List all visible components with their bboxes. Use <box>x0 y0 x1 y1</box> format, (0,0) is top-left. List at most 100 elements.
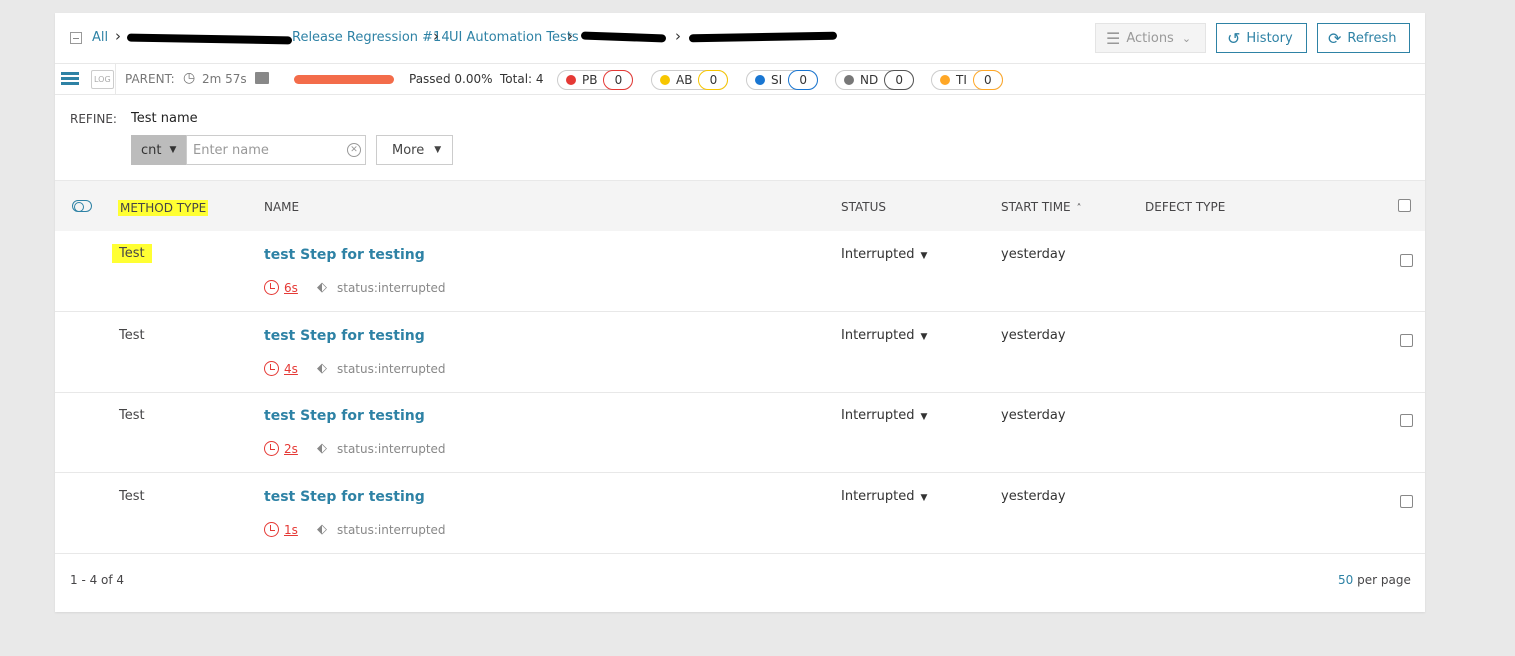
refresh-label: Refresh <box>1347 30 1397 46</box>
duration-link[interactable]: 1s <box>284 523 298 537</box>
table-row: Test test Step for testing Interrupted ▼ … <box>55 312 1425 393</box>
progress-bar <box>294 75 394 84</box>
per-page-label: per page <box>1357 573 1411 587</box>
table-row: Test test Step for testing Interrupted ▼ … <box>55 473 1425 554</box>
toggle-icon[interactable] <box>72 200 92 212</box>
tag-icon: ⬖ <box>317 441 327 456</box>
row-checkbox[interactable] <box>1400 495 1413 508</box>
column-start-time[interactable]: START TIME ˄ <box>1001 200 1081 214</box>
chevron-right-icon: › <box>675 27 681 45</box>
column-name[interactable]: NAME <box>264 200 299 214</box>
defect-code: PB <box>582 73 598 87</box>
condition-select[interactable]: cnt ▼ <box>131 135 186 165</box>
history-button[interactable]: ↺ History <box>1216 23 1307 53</box>
breadcrumb-suite[interactable]: UI Automation Tests <box>449 30 579 45</box>
start-time: yesterday <box>1001 408 1066 423</box>
test-name-link[interactable]: test Step for testing <box>264 247 425 263</box>
column-status[interactable]: STATUS <box>841 200 886 214</box>
status-value: Interrupted <box>841 408 915 423</box>
status-value: Interrupted <box>841 489 915 504</box>
status-dropdown[interactable]: Interrupted ▼ <box>841 328 927 343</box>
caret-down-icon: ▼ <box>920 332 928 342</box>
chevron-down-icon: ⌄ <box>1181 31 1192 45</box>
status-tag[interactable]: status:interrupted <box>337 281 446 295</box>
clock-icon <box>264 280 279 295</box>
refine-label: REFINE: <box>70 112 117 126</box>
test-name-link[interactable]: test Step for testing <box>264 489 425 505</box>
nd-dot-icon <box>844 75 854 85</box>
breadcrumb-all[interactable]: All <box>92 30 108 45</box>
refresh-icon: ⟳ <box>1328 28 1342 48</box>
more-filters-button[interactable]: More ▼ <box>376 135 453 165</box>
tag-icon: ⬖ <box>317 280 327 295</box>
parent-label: PARENT: <box>125 72 175 86</box>
defect-badge-ab[interactable]: AB 0 <box>651 70 729 90</box>
pb-dot-icon <box>566 75 576 85</box>
comment-icon[interactable] <box>255 72 269 84</box>
ab-dot-icon <box>660 75 670 85</box>
status-tag[interactable]: status:interrupted <box>337 362 446 376</box>
defect-count: 0 <box>788 70 819 90</box>
method-type: Test <box>119 328 145 343</box>
clock-icon <box>264 522 279 537</box>
launch-info-bar: LOG PARENT: ◷ 2m 57s Passed 0.00% Total:… <box>55 63 1425 95</box>
redacted-scribble <box>126 33 293 45</box>
duration-link[interactable]: 6s <box>284 281 298 295</box>
test-name-link[interactable]: test Step for testing <box>264 408 425 424</box>
start-time: yesterday <box>1001 328 1066 343</box>
column-defect-type[interactable]: DEFECT TYPE <box>1145 200 1225 214</box>
status-dropdown[interactable]: Interrupted ▼ <box>841 247 927 262</box>
redacted-scribble <box>688 31 838 43</box>
caret-down-icon: ▼ <box>920 412 928 422</box>
row-checkbox[interactable] <box>1400 254 1413 267</box>
clock-icon <box>264 441 279 456</box>
clear-icon[interactable]: ✕ <box>347 143 361 157</box>
defect-code: SI <box>771 73 783 87</box>
column-method-type[interactable]: METHOD TYPE <box>118 200 209 216</box>
status-dropdown[interactable]: Interrupted ▼ <box>841 408 927 423</box>
chevron-right-icon: › <box>433 27 439 45</box>
chevron-up-icon: ˄ <box>1076 203 1082 214</box>
chevron-right-icon: › <box>115 27 121 45</box>
duration-link[interactable]: 4s <box>284 362 298 376</box>
row-checkbox[interactable] <box>1400 334 1413 347</box>
select-all-checkbox[interactable] <box>1398 199 1411 212</box>
method-type: Test <box>119 489 145 504</box>
status-dropdown[interactable]: Interrupted ▼ <box>841 489 927 504</box>
refresh-button[interactable]: ⟳ Refresh <box>1317 23 1410 53</box>
divider <box>115 64 116 94</box>
defect-badge-si[interactable]: SI 0 <box>746 70 819 90</box>
status-tag[interactable]: status:interrupted <box>337 523 446 537</box>
per-page-value[interactable]: 50 <box>1338 573 1353 587</box>
duration: 2m 57s <box>202 72 247 86</box>
defect-count: 0 <box>972 70 1003 90</box>
tag-icon: ⬖ <box>317 361 327 376</box>
name-filter-input[interactable] <box>186 135 366 165</box>
log-view-icon[interactable]: LOG <box>91 70 114 89</box>
ti-dot-icon <box>940 75 950 85</box>
defect-count: 0 <box>698 70 729 90</box>
table-row: Test test Step for testing Interrupted ▼ … <box>55 231 1425 312</box>
list-view-icon[interactable] <box>61 72 79 85</box>
duration-link[interactable]: 2s <box>284 442 298 456</box>
defect-count: 0 <box>603 70 634 90</box>
start-time: yesterday <box>1001 247 1066 262</box>
chevron-right-icon: › <box>567 27 573 45</box>
row-checkbox[interactable] <box>1400 414 1413 427</box>
defect-code: ND <box>860 73 879 87</box>
collapse-icon[interactable] <box>70 32 82 44</box>
per-page-selector[interactable]: 50 per page <box>1338 573 1411 587</box>
actions-button[interactable]: ☰ Actions ⌄ <box>1095 23 1206 53</box>
history-label: History <box>1246 30 1293 46</box>
start-time-label: START TIME <box>1001 200 1071 214</box>
defect-badge-nd[interactable]: ND 0 <box>835 70 915 90</box>
status-value: Interrupted <box>841 328 915 343</box>
defect-badge-pb[interactable]: PB 0 <box>557 70 634 90</box>
caret-down-icon: ▼ <box>920 251 928 261</box>
caret-down-icon: ▼ <box>434 145 442 155</box>
breadcrumb-launch[interactable]: Release Regression #14 <box>292 30 450 45</box>
passed-rate: Passed 0.00% <box>409 72 493 86</box>
test-name-link[interactable]: test Step for testing <box>264 328 425 344</box>
status-tag[interactable]: status:interrupted <box>337 442 446 456</box>
defect-badge-ti[interactable]: TI 0 <box>931 70 1003 90</box>
